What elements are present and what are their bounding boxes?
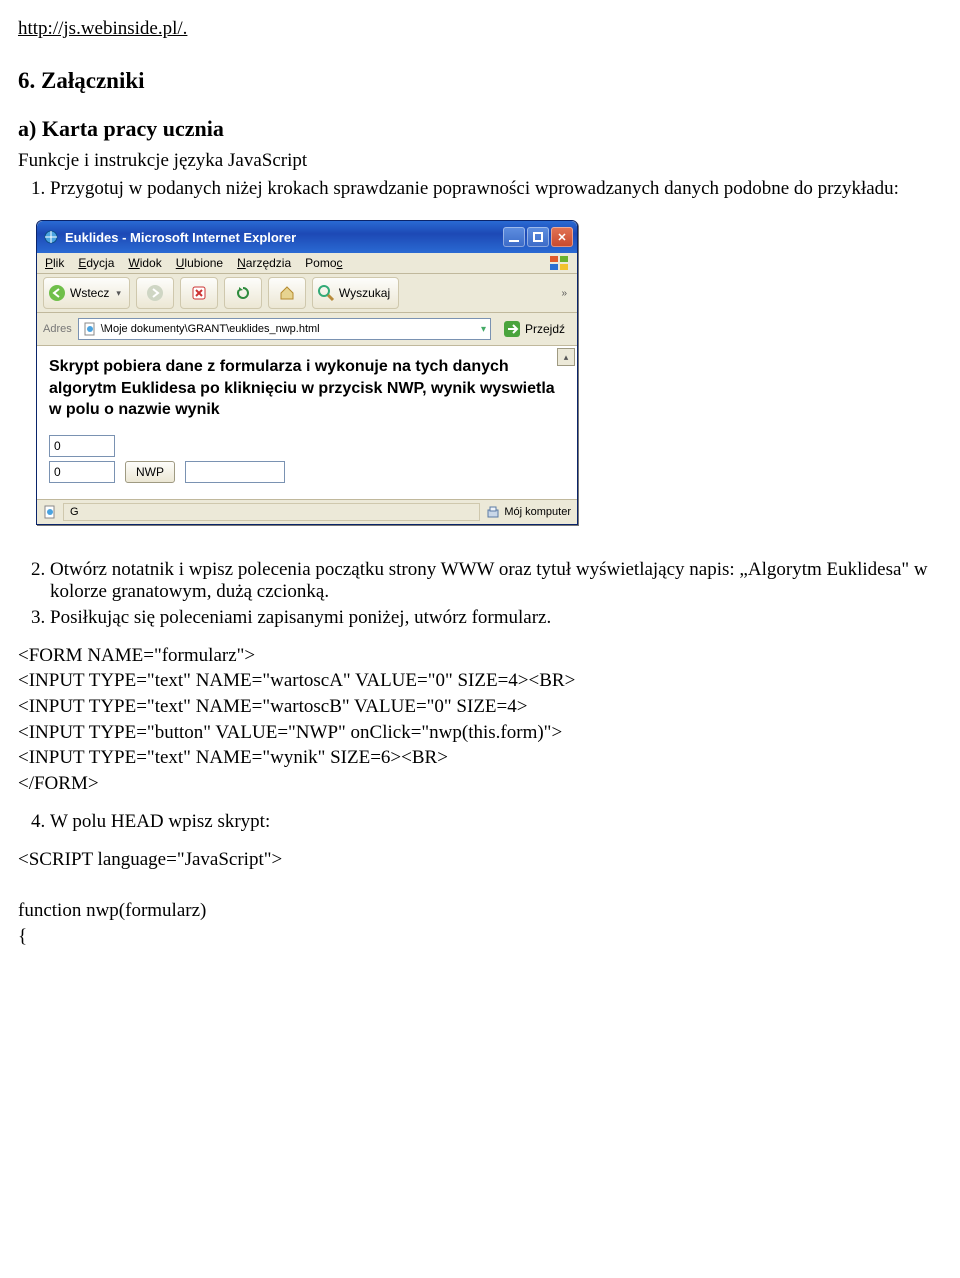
- minimize-button[interactable]: [503, 227, 525, 247]
- menu-widok[interactable]: Widok: [128, 256, 161, 270]
- go-icon: [503, 320, 521, 338]
- back-icon: [48, 284, 66, 302]
- page-icon: [83, 322, 97, 336]
- step-3: Posiłkując się poleceniami zapisanymi po…: [50, 607, 942, 629]
- home-button[interactable]: [268, 277, 306, 309]
- page-content: ▴ Skrypt pobiera dane z formularza i wyk…: [37, 346, 577, 500]
- source-url: http://js.webinside.pl/.: [18, 18, 942, 40]
- back-label: Wstecz: [70, 286, 109, 300]
- home-icon: [279, 285, 295, 301]
- lead-line: Funkcje i instrukcje języka JavaScript: [18, 150, 942, 172]
- status-bar: G Mój komputer: [37, 500, 577, 524]
- step-2: Otwórz notatnik i wpisz polecenia począt…: [50, 559, 942, 603]
- menu-edycja[interactable]: Edycja: [78, 256, 114, 270]
- refresh-button[interactable]: [224, 277, 262, 309]
- address-input[interactable]: \Moje dokumenty\GRANT\euklides_nwp.html …: [78, 318, 491, 340]
- address-value: \Moje dokumenty\GRANT\euklides_nwp.html: [101, 323, 320, 335]
- ie-window: Euklides - Microsoft Internet Explorer P…: [36, 220, 578, 525]
- nwp-button[interactable]: NWP: [125, 461, 175, 483]
- status-left: G: [63, 503, 480, 521]
- status-zone: Mój komputer: [504, 506, 571, 518]
- search-button[interactable]: Wyszukaj: [312, 277, 399, 309]
- forward-button[interactable]: [136, 277, 174, 309]
- menu-ulubione[interactable]: Ulubione: [176, 256, 223, 270]
- wartosc-b-input[interactable]: [49, 461, 115, 483]
- subsection-heading: a) Karta pracy ucznia: [18, 116, 942, 142]
- toolbar: Wstecz ▾ Wyszukaj »: [37, 274, 577, 313]
- step-1: Przygotuj w podanych niżej krokach spraw…: [50, 178, 942, 200]
- stop-button[interactable]: [180, 277, 218, 309]
- back-button[interactable]: Wstecz ▾: [43, 277, 130, 309]
- chevron-down-icon[interactable]: ▾: [481, 324, 486, 335]
- menu-plik[interactable]: Plik: [45, 256, 64, 270]
- menu-narzedzia[interactable]: Narzędzia: [237, 256, 291, 270]
- close-button[interactable]: [551, 227, 573, 247]
- windows-flag-icon: [549, 255, 571, 273]
- page-icon: [43, 505, 57, 519]
- forward-icon: [146, 284, 164, 302]
- stop-icon: [191, 285, 207, 301]
- code-block-form: <FORM NAME="formularz"> <INPUT TYPE="tex…: [18, 643, 942, 797]
- search-icon: [317, 284, 335, 302]
- titlebar: Euklides - Microsoft Internet Explorer: [37, 221, 577, 253]
- address-bar: Adres \Moje dokumenty\GRANT\euklides_nwp…: [37, 313, 577, 346]
- go-label: Przejdź: [525, 322, 565, 336]
- refresh-icon: [235, 285, 251, 301]
- page-description: Skrypt pobiera dane z formularza i wykon…: [49, 356, 565, 421]
- maximize-button[interactable]: [527, 227, 549, 247]
- wartosc-a-input[interactable]: [49, 435, 115, 457]
- wynik-input[interactable]: [185, 461, 285, 483]
- scroll-up-button[interactable]: ▴: [557, 348, 575, 366]
- chevron-down-icon: ▾: [116, 288, 121, 299]
- go-button[interactable]: Przejdź: [497, 316, 571, 342]
- toolbar-overflow-icon[interactable]: »: [557, 288, 571, 299]
- window-title: Euklides - Microsoft Internet Explorer: [65, 230, 503, 245]
- section-heading: 6. Załączniki: [18, 68, 942, 94]
- step-4: W polu HEAD wpisz skrypt:: [50, 811, 942, 833]
- address-label: Adres: [43, 323, 72, 335]
- ie-logo-icon: [43, 229, 59, 245]
- menu-pomoc[interactable]: Pomoc: [305, 256, 342, 270]
- code-block-script: <SCRIPT language="JavaScript"> function …: [18, 847, 942, 950]
- search-label: Wyszukaj: [339, 286, 390, 300]
- menubar: Plik Edycja Widok Ulubione Narzędzia Pom…: [37, 253, 577, 274]
- zone-icon: [486, 505, 500, 519]
